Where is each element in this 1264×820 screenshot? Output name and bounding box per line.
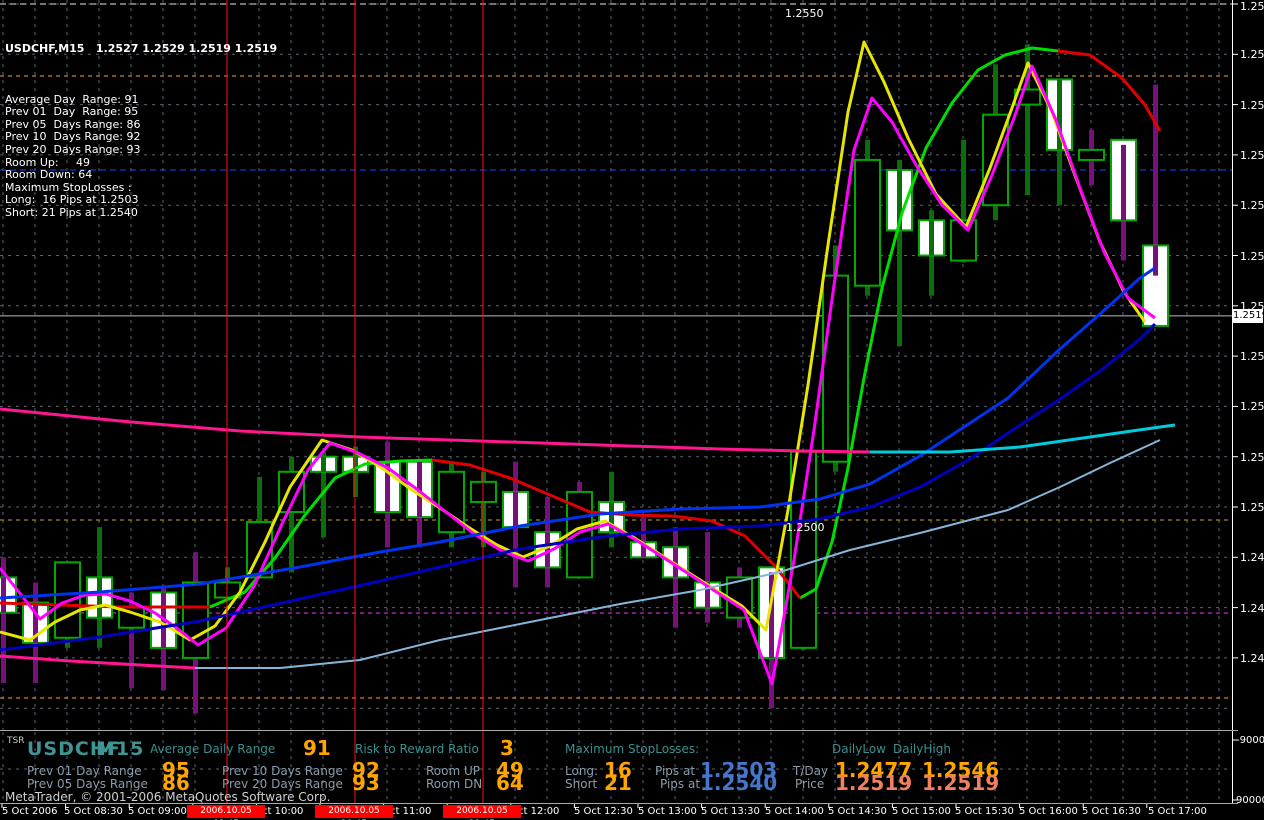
price-axis-label: 1.2515 (1240, 350, 1264, 364)
pane-axis-top-value: -900000 (1236, 735, 1264, 746)
time-axis-label: 5 Oct 17:00 (1148, 806, 1207, 817)
pane-value: 91 (303, 736, 331, 760)
time-axis-label: 5 Oct 15:30 (955, 806, 1014, 817)
candle-body-up[interactable] (1078, 148, 1105, 161)
pane-value: 64 (496, 771, 524, 795)
indicator-band-pink-top (0, 407, 871, 454)
indicator-band-cyan (870, 423, 1176, 454)
pane-value: 1.2540 (700, 771, 778, 795)
pane-value: 21 (604, 771, 632, 795)
chart-info-overlay: USDCHF,M15 1.2527 1.2529 1.2519 1.2519 A… (5, 5, 277, 220)
pane-label: Risk to Reward Ratio (355, 742, 479, 756)
pane-indicator-name: TSR (7, 736, 25, 746)
pane-label: T/Day (793, 764, 829, 778)
time-axis-label: 5 Oct 13:00 (638, 806, 697, 817)
time-axis-label: 5 Oct 12:30 (574, 806, 633, 817)
price-axis-label: 1.2525 (1240, 249, 1264, 263)
time-axis-label: 5 Oct 14:00 (765, 806, 824, 817)
chart-title-ohlc: USDCHF,M15 1.2527 1.2529 1.2519 1.2519 (5, 42, 278, 55)
pane-label: Average Daily Range (150, 742, 276, 756)
indicator-slow-trend-down-3 (1057, 49, 1162, 132)
pane-label: Prev 01 Day Range (27, 764, 142, 778)
pane-label: Pips at (655, 764, 696, 778)
pane-label: DailyHigh (893, 742, 951, 756)
pane-label: Pips at (660, 777, 701, 791)
price-axis-label: 1.2500 (1240, 501, 1264, 514)
vline-time-tag: 2006.10.05 11:45 (443, 805, 521, 820)
time-axis-label: 5 Oct 16:30 (1082, 806, 1141, 817)
price-axis-label: 1.2545 (1240, 48, 1264, 62)
time-axis-label: 5 Oct 14:30 (828, 806, 887, 817)
pane-label: Prev 05 Days Range (27, 777, 148, 791)
time-axis-label: 5 Oct 16:00 (1019, 806, 1078, 817)
pane-axis-bottom-value: 9000000 (1236, 795, 1264, 806)
pane-label: Long: (565, 764, 599, 778)
time-axis-label: ct 10:00 (262, 806, 304, 817)
price-axis-label: 1.2495 (1240, 551, 1264, 565)
price-axis-label: 1.2535 (1240, 148, 1264, 162)
price-axis-label: 1.2510 (1240, 400, 1264, 414)
price-axis-label: 1.2490 (1240, 601, 1264, 615)
pane-label: Prev 20 Days Range (222, 777, 343, 791)
time-axis-label: 5 Oct 2006 (2, 806, 58, 817)
time-axis-label: 5 Oct 15:00 (892, 806, 951, 817)
pane-period: M15 (96, 738, 145, 760)
pane-value: 3 (500, 736, 514, 760)
pane-label: Prev 10 Days Range (222, 764, 343, 778)
pane-value: 1.2519 (922, 771, 1000, 795)
level-label-12550: 1.2550 (785, 7, 824, 20)
price-axis-label: 1.2540 (1240, 98, 1264, 112)
vline-time-tag: 2006.10.05 10:45 (315, 805, 393, 820)
price-axis-label: 1.2485 (1240, 651, 1264, 665)
candle-body-up[interactable] (822, 274, 849, 463)
pane-label: Room DN (426, 777, 483, 791)
info-line: Prev 01 Day Range: 95 (5, 105, 139, 119)
time-axis-label: 5 Oct 13:30 (701, 806, 760, 817)
info-line: Room Down: 64 (5, 168, 93, 182)
pane-label: Price (795, 777, 825, 791)
vline-time-tag: 2006.10.05 09:45 (187, 805, 265, 820)
price-axis-label: 1.2550 (1240, 0, 1264, 13)
metatrader-window: USDCHF,M15 1.2527 1.2529 1.2519 1.2519 A… (0, 0, 1264, 820)
pane-label: Short (565, 777, 598, 791)
pane-value: 1.2519 (835, 771, 913, 795)
candle-body-up[interactable] (854, 158, 881, 287)
pane-label: Maximum StopLosses: (565, 742, 700, 756)
price-axis-label: 1.2530 (1240, 199, 1264, 213)
pane-label: DailyLow (832, 742, 886, 756)
copyright-text: MetaTrader, © 2001-2006 MetaQuotes Softw… (5, 790, 331, 804)
info-line: Prev 20 Days Range: 93 (5, 142, 141, 156)
time-axis-label: 5 Oct 09:00 (128, 806, 187, 817)
info-line: Short: 21 Pips at 1.2540 (5, 205, 138, 219)
pane-label: Room UP (426, 764, 481, 778)
time-axis-label: ct 12:00 (518, 806, 560, 817)
pane-value: 93 (352, 771, 380, 795)
current-price-tag: 1.2519 (1233, 308, 1264, 323)
price-axis-label: 1.2505 (1240, 450, 1264, 464)
level-label-12500: 1.2500 (786, 521, 825, 534)
time-axis-label: ct 11:00 (390, 806, 432, 817)
time-axis-label: 5 Oct 08:30 (64, 806, 123, 817)
